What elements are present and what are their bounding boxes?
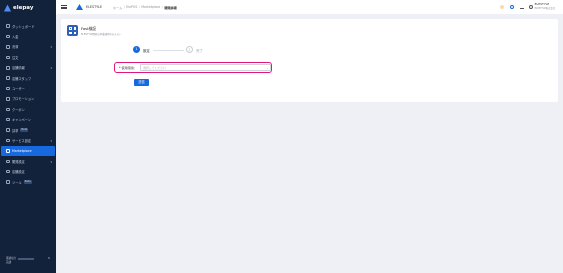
header-actions: ELESTYLE ELESTYLE株式会社 bbox=[494, 0, 555, 14]
sidebar-item-label: サービス設定 bbox=[12, 138, 32, 143]
logo-text: elepay bbox=[13, 5, 34, 11]
service-card: Fast検証 ELESTYLE開発の本番運用中のテスト 1 設定 2 完了 * … bbox=[61, 19, 558, 102]
language-label[interactable]: 英語 bbox=[6, 261, 11, 264]
step-1-dot: 1 bbox=[133, 46, 140, 53]
user-icon bbox=[6, 86, 10, 91]
sidebar-item-billing[interactable]: 請求 Beta bbox=[0, 125, 56, 135]
submit-button[interactable]: 送信 bbox=[134, 79, 149, 86]
step-2-label: 完了 bbox=[196, 48, 203, 53]
service-icon bbox=[67, 25, 78, 36]
campaign-icon bbox=[6, 117, 10, 122]
sidebar-item-label: 請求 bbox=[12, 128, 19, 133]
menu-icon[interactable] bbox=[61, 5, 67, 9]
sidebar-item-payment[interactable]: 決済 ▾ bbox=[0, 42, 56, 52]
sidebar-item-label: クーポン bbox=[12, 107, 25, 112]
breadcrumb-marketplace[interactable]: Marketplace bbox=[141, 5, 160, 9]
avatar[interactable] bbox=[528, 5, 533, 9]
sidebar-item-label: 注文 bbox=[12, 55, 19, 60]
sidebar-item-deposit[interactable]: 入金 bbox=[0, 31, 56, 41]
chevron-down-icon: ▾ bbox=[50, 159, 52, 164]
chevron-down-icon: ▾ bbox=[50, 45, 52, 50]
sidebar-item-order[interactable]: 注文 bbox=[0, 52, 56, 62]
breadcrumb: ホーム / ElePOS / Marketplace / 開発詳細 bbox=[113, 5, 177, 10]
breadcrumb-elepos[interactable]: ElePOS bbox=[126, 5, 137, 9]
sidebar-item-campaign[interactable]: キャンペーン bbox=[0, 115, 56, 125]
breadcrumb-current: 開発詳細 bbox=[164, 5, 177, 10]
chevron-down-icon: ▾ bbox=[50, 66, 52, 71]
environment-label: * 使用環境： bbox=[119, 66, 137, 70]
shop-settings-icon bbox=[6, 169, 10, 174]
sidebar-item-label: 入金 bbox=[12, 35, 19, 40]
sidebar-item-label: 決済 bbox=[12, 45, 19, 50]
dashboard-icon bbox=[6, 24, 10, 28]
sidebar-item-label: ダッシュボード bbox=[12, 24, 35, 29]
environment-select[interactable]: 選択してください ⌄ bbox=[140, 64, 271, 71]
coupon-icon bbox=[6, 107, 10, 112]
staff-icon bbox=[6, 76, 10, 80]
store-icon bbox=[6, 66, 10, 70]
breadcrumb-home[interactable]: ホーム bbox=[113, 5, 122, 10]
sidebar-nav: ダッシュボード 入金 決済 ▾ 注文 店舗情報 ▾ 店舗スタッフ ユーザー プロモー… bbox=[0, 21, 56, 187]
promotion-icon bbox=[6, 97, 10, 101]
sidebar-item-coupon[interactable]: クーポン bbox=[0, 104, 56, 114]
tool-icon bbox=[6, 180, 10, 184]
beta-badge: Beta bbox=[20, 128, 29, 132]
help-icon[interactable] bbox=[509, 5, 514, 9]
sidebar-footer: 環境切り 英語 ⇅ bbox=[6, 257, 54, 264]
step-2-dot: 2 bbox=[186, 46, 193, 53]
sidebar-item-tool[interactable]: ツール Beta bbox=[0, 177, 56, 187]
theme-icon[interactable] bbox=[499, 5, 504, 9]
order-icon bbox=[6, 55, 10, 60]
sidebar-item-label: 店舗設定 bbox=[12, 170, 25, 175]
app-name: ELESTYLE bbox=[86, 5, 103, 9]
elepay-logo-icon bbox=[4, 4, 11, 12]
user-company: ELESTYLE株式会社 bbox=[534, 7, 555, 10]
logo[interactable]: elepay bbox=[0, 1, 56, 15]
sidebar-item-label: キャンペーン bbox=[12, 118, 31, 123]
sidebar-item-store[interactable]: 店舗情報 ▾ bbox=[0, 63, 56, 73]
sidebar-item-label: 店舗スタッフ bbox=[12, 76, 32, 81]
sidebar-item-service-settings[interactable]: サービス設定 ▾ bbox=[0, 135, 56, 145]
dev-settings-icon bbox=[6, 159, 10, 164]
top-header: ELESTYLE ホーム / ElePOS / Marketplace / 開発… bbox=[56, 0, 563, 14]
sidebar-item-users[interactable]: ユーザー bbox=[0, 83, 56, 93]
chevron-down-icon: ⌄ bbox=[266, 66, 269, 71]
sidebar-item-label: ツール bbox=[12, 180, 22, 185]
deposit-icon bbox=[6, 34, 10, 39]
service-settings-icon bbox=[6, 138, 10, 143]
sidebar-item-staff[interactable]: 店舗スタッフ bbox=[0, 73, 56, 83]
step-connector bbox=[153, 49, 184, 51]
billing-icon bbox=[6, 128, 10, 132]
sidebar-item-label: 店舗情報 bbox=[12, 66, 25, 71]
sidebar-item-dashboard[interactable]: ダッシュボード bbox=[0, 21, 56, 31]
sidebar: elepay ダッシュボード 入金 決済 ▾ 注文 店舗情報 ▾ 店舗スタッフ ユー… bbox=[0, 0, 56, 273]
chevron-down-icon: ▾ bbox=[50, 138, 52, 143]
step-1-label: 設定 bbox=[143, 48, 150, 53]
sidebar-collapse-icon[interactable]: ⇅ bbox=[48, 257, 50, 261]
sidebar-item-label: プロモーション bbox=[12, 97, 35, 102]
user-menu[interactable]: ELESTYLE ELESTYLE株式会社 bbox=[535, 3, 555, 10]
environment-field-row: * 使用環境： 選択してください ⌄ bbox=[114, 62, 272, 73]
environment-placeholder: 選択してください bbox=[143, 66, 166, 71]
sidebar-item-promotion[interactable]: プロモーション bbox=[0, 94, 56, 104]
step-indicator: 1 設定 2 完了 bbox=[133, 46, 213, 54]
app-logo-icon bbox=[76, 4, 83, 10]
service-subtitle: ELESTYLE開発の本番運用中のテスト bbox=[81, 32, 122, 36]
sidebar-item-marketplace[interactable]: Marketplace bbox=[1, 145, 55, 157]
download-icon[interactable] bbox=[519, 6, 524, 9]
payment-icon bbox=[6, 45, 10, 49]
sidebar-item-label: Marketplace bbox=[12, 148, 32, 153]
sidebar-item-label: ユーザー bbox=[12, 87, 25, 92]
sidebar-item-shop-settings[interactable]: 店舗設定 bbox=[0, 166, 56, 176]
marketplace-icon bbox=[6, 149, 10, 153]
sidebar-item-label: 開発設定 bbox=[12, 159, 25, 164]
beta-badge: Beta bbox=[23, 180, 32, 184]
sidebar-item-dev-settings[interactable]: 開発設定 ▾ bbox=[0, 156, 56, 166]
env-switch-toggle[interactable] bbox=[18, 258, 35, 260]
